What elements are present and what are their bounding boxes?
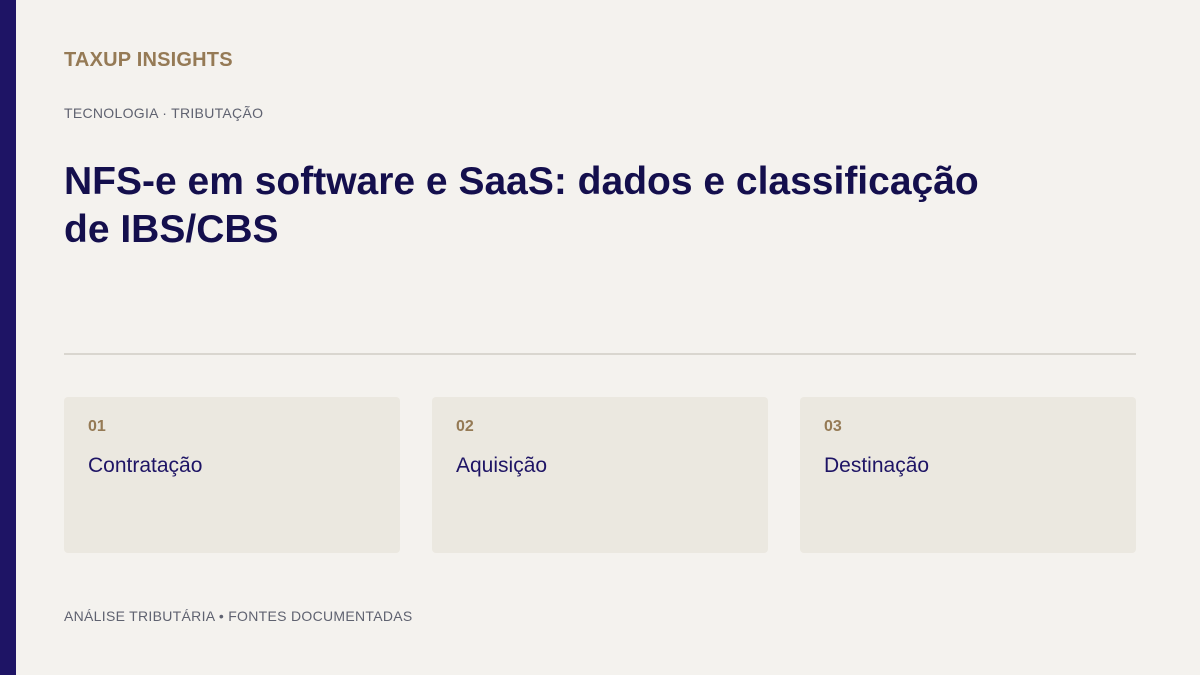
topic-card-contratacao: 01 Contratação <box>64 397 400 553</box>
footer-note: ANÁLISE TRIBUTÁRIA • FONTES DOCUMENTADAS <box>64 608 413 624</box>
card-label: Contratação <box>88 454 203 477</box>
topic-card-destinacao: 03 Destinação <box>800 397 1136 553</box>
card-number: 03 <box>824 418 842 435</box>
topic-card-aquisicao: 02 Aquisição <box>432 397 768 553</box>
left-accent-bar <box>0 0 16 675</box>
brand-name: TAXUP INSIGHTS <box>64 49 233 71</box>
card-number: 02 <box>456 418 474 435</box>
category-label: TECNOLOGIA · TRIBUTAÇÃO <box>64 105 264 121</box>
topic-cards: 01 Contratação 02 Aquisição 03 Destinaçã… <box>64 397 1136 553</box>
divider <box>64 353 1136 355</box>
card-number: 01 <box>88 418 106 435</box>
page-title: NFS-e em software e SaaS: dados e classi… <box>64 160 979 251</box>
card-label: Destinação <box>824 454 930 477</box>
card-label: Aquisição <box>456 454 548 477</box>
